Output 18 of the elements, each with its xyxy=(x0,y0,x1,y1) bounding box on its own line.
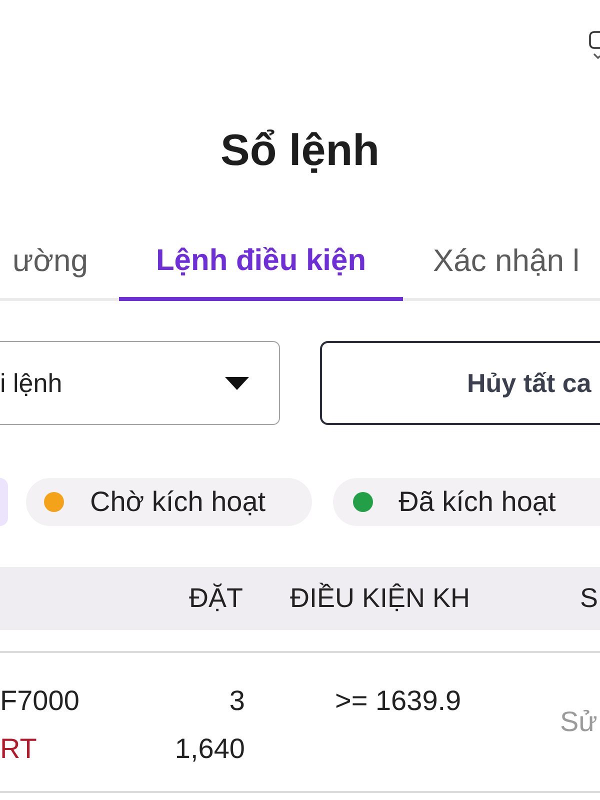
tab[interactable]: Xác nhận l xyxy=(403,225,600,301)
table-cell: 3 xyxy=(229,684,245,718)
box-chevron-icon[interactable] xyxy=(588,30,600,62)
filter-chip[interactable]: Đã kích hoạt xyxy=(332,478,600,526)
tab[interactable]: ường xyxy=(0,225,119,301)
order-type-dropdown[interactable]: i lệnh xyxy=(0,341,280,425)
caret-down-icon xyxy=(225,376,249,390)
cancel-all-button[interactable]: Hủy tất ca xyxy=(320,341,600,425)
table-cell: >= 1639.9 xyxy=(335,684,462,718)
column-header: S xyxy=(580,583,598,614)
tab[interactable]: Lệnh điều kiện xyxy=(119,225,403,301)
table-cell: RT xyxy=(0,732,37,766)
table-cell: 1,640 xyxy=(174,732,245,766)
column-header: ĐIỀU KIỆN KH xyxy=(290,583,470,614)
filter-chip[interactable]: Chờ kích hoạt xyxy=(26,478,312,526)
table-cell: F7000 xyxy=(0,684,80,718)
column-header: ĐẶT xyxy=(189,583,243,614)
page-title: Sổ lệnh xyxy=(220,125,380,177)
